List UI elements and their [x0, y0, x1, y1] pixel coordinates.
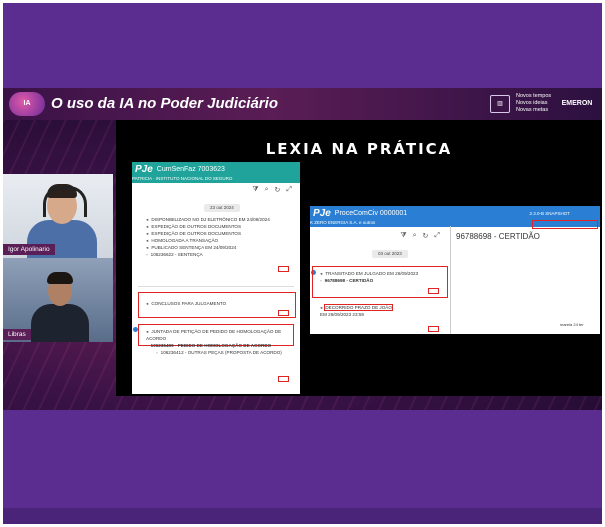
panel-a-date: 23 out 2024 [204, 204, 240, 212]
panel-b-timeline-2: ◂ DECORRIDO PRAZO DE JOÃO EM 26/09/2023 2… [320, 304, 446, 318]
timeline-item[interactable]: ◂ PUBLICADO SENTENÇA EM 24/09/2024 [146, 244, 296, 251]
event-title: O uso da IA no Poder Judiciário [51, 95, 278, 112]
speaker-name-tag: Igor Apolinario [3, 244, 55, 255]
panel-a-box2: ◂ JUNTADA DE PETIÇÃO DE PEDIDO DE HOMOLOG… [146, 328, 296, 356]
event-banner: IA O uso da IA no Poder Judiciário ▥ Nov… [3, 88, 602, 120]
timeline-item-date: EM 26/09/2023 23:59 [320, 312, 364, 317]
megaphone-icon: ◂ [146, 224, 149, 229]
panel-a-subheader: PATRICIA · INSTITUTO NACIONAL DO SEGURO [132, 176, 300, 183]
refresh-icon[interactable]: ↻ [275, 186, 281, 194]
highlight-mark [278, 310, 289, 316]
panel-a-timeline: ◂ DISPONIBILIZADO NO DJ ELETRÔNICO EM 24/… [146, 216, 296, 258]
panel-a-title: CumSenFaz 7003623 [156, 165, 225, 173]
divider [138, 286, 294, 287]
refresh-icon[interactable]: ↻ [423, 232, 429, 240]
panel-b-header: PJe ProceComCiv 0000001 2.3.0-B SNAPSHOT [310, 206, 600, 220]
document-title: 96788698 - CERTIDÃO [456, 232, 540, 241]
megaphone-icon: ◂ [146, 329, 149, 334]
highlight-mark [428, 288, 439, 294]
megaphone-icon: ◂ [320, 271, 323, 276]
slide-title: LEXIA NA PRÁTICA [265, 140, 453, 158]
document-icon: ▫ [146, 252, 148, 257]
presentation-slide: LEXIA NA PRÁTICA PJe CumSenFaz 7003623 P… [116, 120, 602, 396]
document-icon: ▫ [320, 278, 322, 283]
document-icon: ▫ [156, 350, 158, 355]
pje-logo: PJe [135, 163, 153, 175]
highlight-mark [428, 326, 439, 332]
timeline-item[interactable]: ◂ DISPONIBILIZADO NO DJ ELETRÔNICO EM 24/… [146, 216, 296, 223]
timeline-item[interactable]: ◂ EXPEDIÇÃO DE OUTROS DOCUMENTOS [146, 223, 296, 230]
emeron-logo: EMERON [561, 99, 593, 107]
screen-frame: IA O uso da IA no Poder Judiciário ▥ Nov… [0, 0, 605, 527]
timeline-item[interactable]: ◂ HOMOLOGADA A TRANSAÇÃO [146, 237, 296, 244]
pje-logo: PJe [313, 207, 331, 219]
panel-b-version: 2.3.0-B SNAPSHOT [529, 210, 570, 216]
document-link[interactable]: ▫ 96788698 - CERTIDÃO [320, 277, 446, 284]
panel-a-header: PJe CumSenFaz 7003623 [132, 162, 300, 176]
expand-icon[interactable]: ⤢ [434, 232, 440, 240]
megaphone-icon: ◂ [146, 217, 149, 222]
timeline-item-cont: ACORDO [146, 336, 167, 341]
panel-b-date: 03 out 2023 [372, 250, 408, 258]
interpreter-hair [47, 272, 73, 284]
document-link[interactable]: ▫ 106236412 - OUTRAS PEÇAS (PROPOSTA DE A… [146, 349, 296, 356]
panel-a-box1: ◂ CONCLUSOS PARA JULGAMENTO [146, 300, 286, 307]
filter-icon[interactable]: ⧩ [400, 232, 406, 240]
pje-panel-cumsenfaz: PJe CumSenFaz 7003623 PATRICIA · INSTITU… [132, 162, 300, 394]
timeline-item[interactable]: ◂ JUNTADA DE PETIÇÃO DE PEDIDO DE HOMOLOG… [146, 328, 296, 335]
highlight-box-document [532, 220, 598, 229]
document-text: marela 24 ter [560, 322, 584, 327]
highlight-mark [278, 266, 289, 272]
megaphone-icon: ◂ [146, 238, 149, 243]
event-logo: IA [9, 92, 45, 116]
megaphone-icon: ◂ [320, 305, 323, 310]
document-link[interactable]: ▫ 106236499 - PEDIDO DE HOMOLOGAÇÃO DE AC… [146, 342, 296, 349]
pje-panel-procecomciv: PJe ProceComCiv 0000001 2.3.0-B SNAPSHOT… [310, 206, 600, 334]
interpreter-body [31, 304, 89, 342]
banner-right-logos: ▥ Novos tempos Novos ideias Novas metas … [490, 93, 594, 114]
panel-b-toolbar: ⧩ ⌕ ↻ ⤢ [310, 230, 440, 242]
timeline-item[interactable]: ◂ DECORRIDO PRAZO DE JOÃO [320, 304, 446, 311]
search-icon[interactable]: ⌕ [265, 186, 269, 194]
bottom-band [3, 508, 602, 524]
panel-divider [450, 226, 451, 334]
bottom-background [3, 410, 602, 508]
document-link[interactable]: ▫ 106236622 - SENTENÇA [146, 251, 296, 258]
interpreter-name-tag: Libras [3, 329, 31, 340]
highlight-mark [278, 376, 289, 382]
filter-icon[interactable]: ⧩ [252, 186, 258, 194]
megaphone-icon: ◂ [146, 301, 149, 306]
megaphone-icon: ◂ [146, 245, 149, 250]
document-icon: ▫ [146, 343, 148, 348]
timeline-item[interactable]: ◂ CONCLUSOS PARA JULGAMENTO [146, 300, 286, 307]
institution-icon: ▥ [490, 94, 510, 113]
search-icon[interactable]: ⌕ [413, 232, 417, 240]
panel-a-toolbar: ⧩ ⌕ ↻ ⤢ [132, 184, 292, 196]
top-background [3, 3, 602, 88]
timeline-item[interactable]: ◂ TRANSITADO EM JULGADO EM 26/09/2023 [320, 270, 446, 277]
timeline-item[interactable]: ◂ EXPEDIÇÃO DE OUTROS DOCUMENTOS [146, 230, 296, 237]
banner-slogan: Novos tempos Novos ideias Novas metas [516, 93, 552, 113]
expand-icon[interactable]: ⤢ [286, 186, 292, 194]
headset-icon [43, 186, 87, 217]
panel-b-timeline: ◂ TRANSITADO EM JULGADO EM 26/09/2023 ▫ 96… [320, 270, 446, 284]
megaphone-icon: ◂ [146, 231, 149, 236]
panel-b-title: ProceComCiv 0000001 [334, 209, 408, 217]
